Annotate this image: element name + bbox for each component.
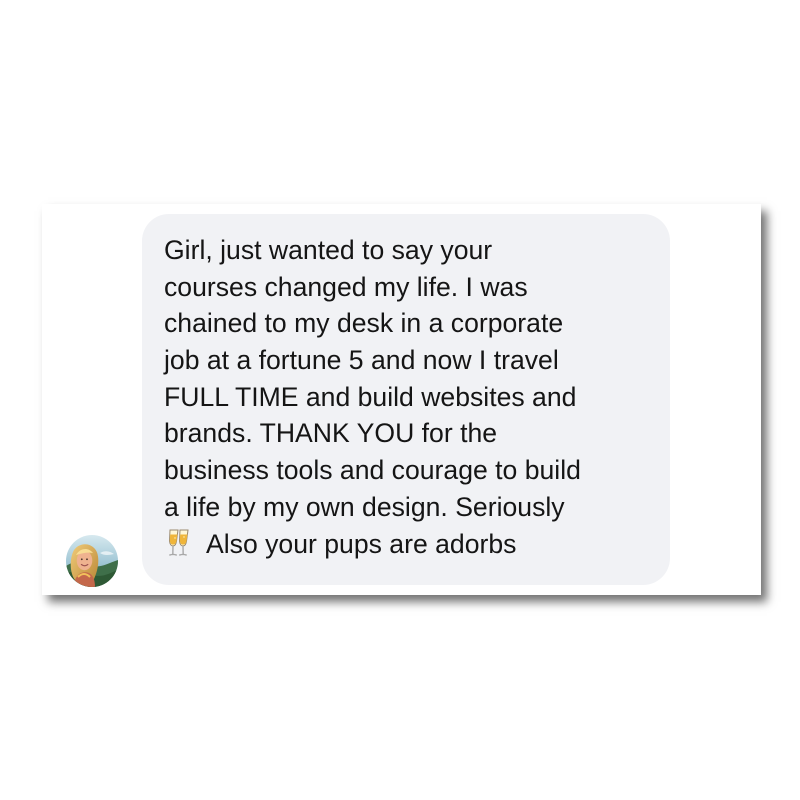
message-bubble[interactable]: Girl, just wanted to say your courses ch… [142,214,670,585]
message-line: a life by my own design. Seriously [164,491,565,522]
message-line: courses changed my life. I was [164,271,528,302]
message-line: job at a fortune 5 and now I travel [164,345,559,376]
message-line: Girl, just wanted to say your [164,235,493,265]
message-screenshot-card: Girl, just wanted to say your courses ch… [42,204,761,595]
message-line: brands. THANK YOU for the [164,418,498,449]
avatar-photo-icon [66,535,118,587]
clinking-glasses-icon [164,528,194,558]
message-line: chained to my desk in a corporate [164,308,564,339]
message-last-line: Also your pups are adorbs [164,526,650,563]
message-line-text: Also your pups are adorbs [206,528,517,559]
message-line: business tools and courage to build [164,455,581,486]
message-text: Girl, just wanted to say your courses ch… [164,232,650,562]
message-line: FULL TIME and build websites and [164,381,577,412]
sender-avatar[interactable] [66,535,118,587]
